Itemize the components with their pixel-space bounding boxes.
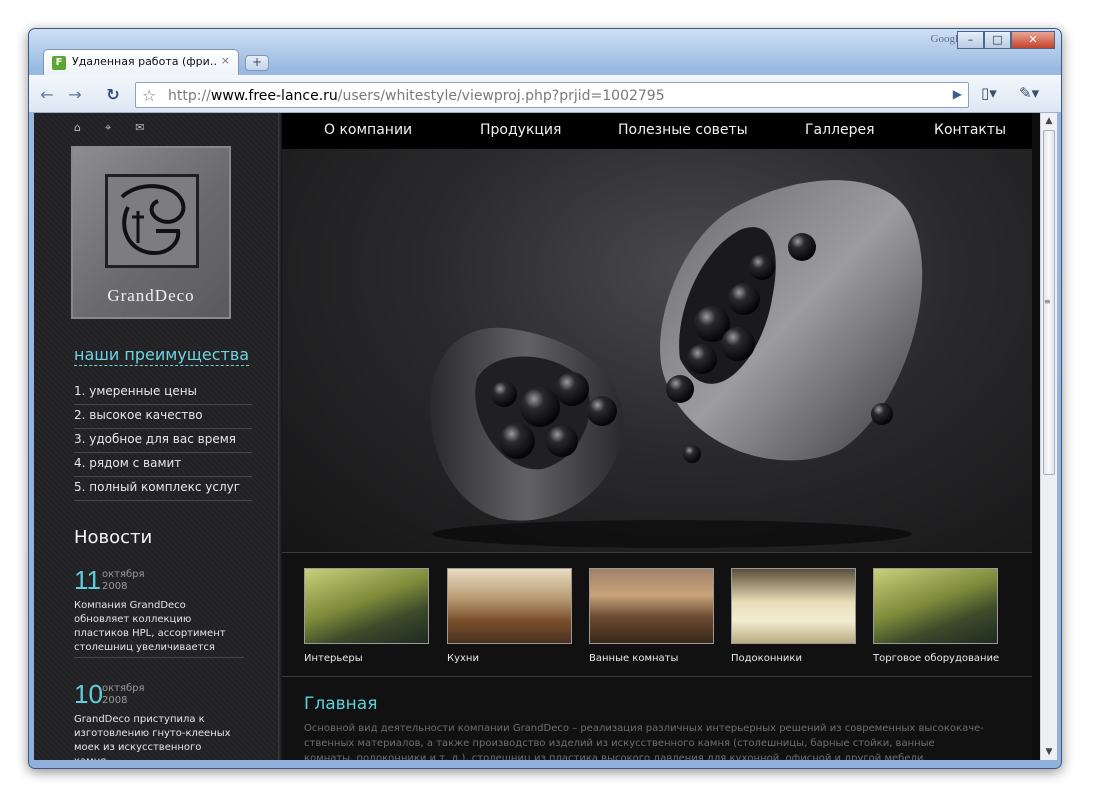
category-kitchens[interactable]: Кухни (447, 568, 572, 664)
reload-icon[interactable]: ↻ (101, 84, 125, 106)
category-bathrooms[interactable]: Ванные комнаты (589, 568, 714, 664)
browser-window: Google – □ ✕ F Удаленная работа (фри… × … (28, 28, 1062, 769)
minimize-button[interactable]: – (957, 31, 984, 49)
news-year: 2008 (102, 695, 128, 706)
new-tab-button[interactable]: + (245, 55, 269, 71)
nav-item-about[interactable]: О компании (324, 122, 412, 138)
advantage-item[interactable]: 4. рядом с вамит (74, 453, 252, 477)
category-label[interactable]: Интерьеры (304, 653, 429, 664)
news-day: 11 (74, 565, 101, 595)
category-label[interactable]: Торговое оборудование (873, 653, 999, 664)
news-month: октября (102, 569, 145, 580)
page-menu-icon[interactable]: ▯▾ (981, 84, 997, 102)
news-divider (74, 657, 244, 658)
url-text[interactable]: http://www.free-lance.ru/users/whitestyl… (168, 88, 665, 104)
nav-item-products[interactable]: Продукция (480, 122, 561, 138)
home-icon[interactable]: ⌂ (74, 121, 81, 135)
tab-title: Удаленная работа (фри… (72, 55, 216, 68)
main-content: О компании Продукция Полезные советы Гал… (282, 113, 1032, 760)
logo-emblem (105, 174, 199, 268)
nav-item-tips[interactable]: Полезные советы (618, 122, 748, 138)
sidebar: ⌂ ⌖ ✉ GrandDeco наши преимущества 1. уме… (34, 113, 278, 760)
category-thumbnail[interactable] (731, 568, 856, 644)
news-month: октября (102, 683, 145, 694)
advantage-item[interactable]: 1. умеренные цены (74, 381, 252, 405)
wrench-menu-icon[interactable]: ✎▾ (1019, 84, 1039, 102)
category-thumbnail[interactable] (447, 568, 572, 644)
logo-monogram-icon (120, 184, 186, 256)
category-label[interactable]: Кухни (447, 653, 572, 664)
news-day: 10 (74, 679, 103, 709)
advantage-item[interactable]: 3. удобное для вас время (74, 429, 252, 453)
advantage-item[interactable]: 2. высокое качество (74, 405, 252, 429)
toolbar: ← → ↻ ☆ http://www.free-lance.ru/users/w… (29, 75, 1061, 113)
maximize-button[interactable]: □ (984, 31, 1011, 49)
nav-item-gallery[interactable]: Галлерея (805, 122, 875, 138)
hero-product-illustration (430, 180, 923, 548)
go-icon[interactable]: ▶ (953, 87, 962, 101)
category-windowsills[interactable]: Подоконники (731, 568, 856, 664)
close-window-button[interactable]: ✕ (1011, 31, 1055, 49)
bookmark-star-icon[interactable]: ☆ (142, 86, 156, 105)
gallery-divider (282, 676, 1032, 677)
category-label[interactable]: Подоконники (731, 653, 856, 664)
category-label[interactable]: Ванные комнаты (589, 653, 714, 664)
scroll-down-icon[interactable]: ▼ (1041, 744, 1057, 760)
hero-divider (282, 552, 1032, 553)
news-year: 2008 (102, 581, 128, 592)
news-title: Новости (74, 527, 153, 548)
sidebar-top-icons: ⌂ ⌖ ✉ (74, 121, 144, 135)
nav-item-contacts[interactable]: Контакты (934, 122, 1006, 138)
page-title: Главная (304, 694, 378, 714)
main-nav: О компании Продукция Полезные советы Гал… (282, 113, 1032, 149)
logo[interactable]: GrandDeco (71, 146, 231, 319)
address-bar[interactable]: ☆ http://www.free-lance.ru/users/whitest… (135, 82, 969, 108)
mail-icon[interactable]: ✉ (135, 121, 144, 135)
logo-text: GrandDeco (107, 286, 195, 305)
news-text[interactable]: GrandDeco приступила к изготовлению гнут… (74, 713, 234, 760)
tab-close-icon[interactable]: × (221, 54, 230, 67)
advantages-title[interactable]: наши преимущества (74, 345, 250, 366)
vertical-scrollbar[interactable]: ▲ ≡ ▼ (1040, 113, 1057, 760)
scroll-up-icon[interactable]: ▲ (1041, 113, 1057, 129)
category-thumbnail[interactable] (873, 568, 998, 644)
sitemap-icon[interactable]: ⌖ (105, 121, 111, 135)
window-controls: – □ ✕ (957, 31, 1055, 49)
favicon-icon: F (52, 56, 66, 70)
page-description: Основной вид деятельности компании Grand… (304, 723, 984, 760)
forward-arrow-icon[interactable]: → (63, 84, 87, 106)
category-thumbnail[interactable] (589, 568, 714, 644)
category-interiors[interactable]: Интерьеры (304, 568, 429, 664)
news-text[interactable]: Компания GrandDeco обновляет коллекцию п… (74, 599, 234, 655)
advantage-item[interactable]: 5. полный комплекс услуг (74, 477, 252, 501)
category-retail-equipment[interactable]: Торговое оборудование (873, 568, 999, 664)
page-viewport: ⌂ ⌖ ✉ GrandDeco наши преимущества 1. уме… (34, 113, 1040, 760)
category-thumbnail[interactable] (304, 568, 429, 644)
active-tab[interactable]: F Удаленная работа (фри… × (43, 49, 239, 75)
back-arrow-icon[interactable]: ← (35, 84, 59, 106)
scrollbar-grip-icon: ≡ (1044, 297, 1051, 306)
hero-image (282, 149, 1032, 552)
advantages-list: 1. умеренные цены 2. высокое качество 3.… (74, 381, 252, 501)
